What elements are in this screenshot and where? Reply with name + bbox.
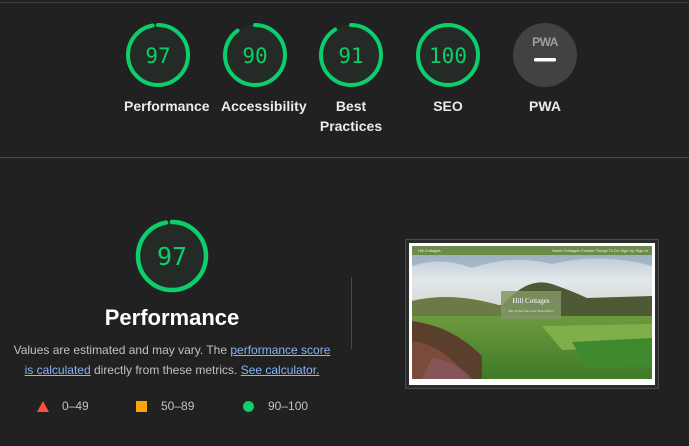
screenshot-brand: Hill Cottages — [418, 248, 441, 253]
screenshot-image: Hill Cottages Home Cottages Contact Thin… — [412, 246, 652, 379]
gauge-performance-ring: 97 — [126, 23, 190, 87]
gauge-accessibility-score: 90 — [242, 44, 267, 68]
circle-icon — [243, 401, 254, 412]
performance-main-gauge: 97 — [135, 219, 209, 293]
gauge-seo-label: SEO — [433, 98, 463, 114]
pwa-icon: PWA — [513, 23, 577, 87]
gauge-pwa[interactable]: PWA PWA — [497, 22, 593, 116]
screenshot-nav-links: Home Cottages Contact Things To Do Sign … — [551, 248, 648, 253]
performance-description: Values are estimated and may vary. The p… — [8, 340, 336, 380]
gauge-pwa-label: PWA — [529, 98, 561, 114]
screenshot-hero-card: Hill Cottages Your Perfect Stay in the P… — [501, 291, 561, 319]
gauge-accessibility-label: Accessibility — [221, 98, 307, 114]
gauge-accessibility-ring: 90 — [223, 23, 287, 87]
pwa-dash-icon — [534, 58, 556, 62]
gauge-performance-label: Performance — [124, 98, 210, 114]
gauge-best-practices-score: 91 — [338, 44, 363, 68]
section-divider — [0, 157, 689, 158]
top-border — [0, 2, 689, 3]
gauge-seo-ring: 100 — [416, 23, 480, 87]
see-calculator-link[interactable]: See calculator. — [241, 363, 320, 377]
pwa-badge-text: PWA — [532, 35, 559, 49]
screenshot-nav: Hill Cottages Home Cottages Contact Thin… — [412, 246, 652, 255]
performance-title: Performance — [104, 305, 240, 330]
category-gauges: 97 Performance 90 Accessibility 91 Best … — [0, 22, 689, 152]
screenshot-hero-subtitle: Your Perfect Stay in the Peak District — [508, 309, 554, 313]
performance-main-score: 97 — [157, 242, 187, 271]
desc-text-1: Values are estimated and may vary. The — [13, 343, 231, 357]
gauge-seo-score: 100 — [429, 44, 467, 68]
gauge-best-practices[interactable]: 91 Best Practices — [303, 22, 399, 136]
gauge-performance-score: 97 — [145, 44, 170, 68]
square-icon — [136, 401, 147, 412]
gauge-best-practices-ring: 91 — [319, 23, 383, 87]
final-screenshot-thumbnail[interactable]: Hill Cottages Home Cottages Contact Thin… — [405, 239, 659, 389]
legend-pass-range: 90–100 — [268, 399, 309, 413]
gauge-accessibility[interactable]: 90 Accessibility — [207, 22, 307, 116]
gauge-seo[interactable]: 100 SEO — [400, 22, 496, 116]
gauge-performance[interactable]: 97 Performance — [110, 22, 210, 116]
screenshot-hero-title: Hill Cottages — [512, 297, 550, 305]
legend-average-range: 50–89 — [161, 399, 195, 413]
legend-fail-range: 0–49 — [62, 399, 89, 413]
score-legend: 0–49 50–89 90–100 — [0, 396, 344, 416]
triangle-icon — [37, 401, 49, 412]
gauge-best-practices-label: Best Practices — [319, 98, 383, 134]
desc-text-2: directly from these metrics. — [90, 363, 241, 377]
vertical-divider — [351, 277, 352, 349]
